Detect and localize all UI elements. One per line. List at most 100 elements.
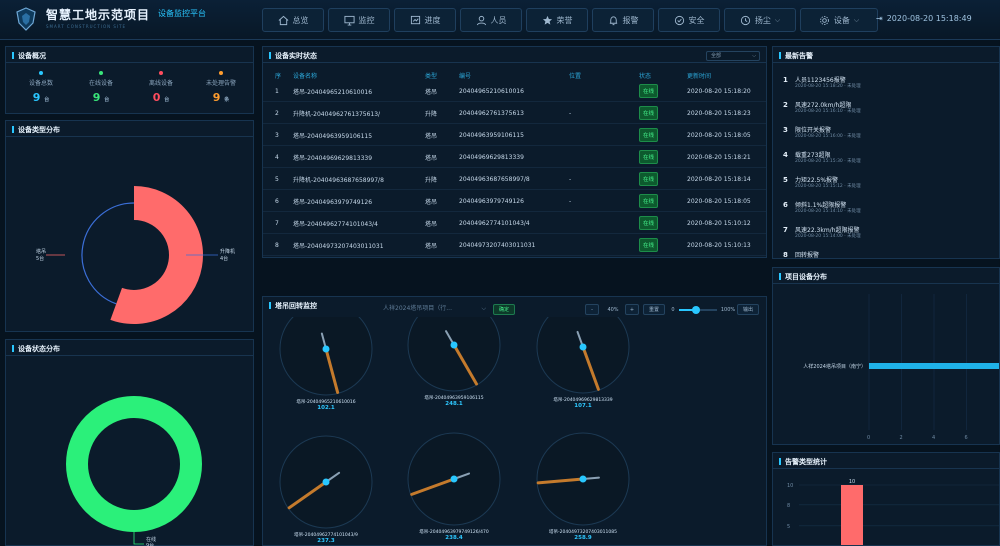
table-row[interactable]: 5 升降机-20404963687658997/8 升降 20404963687658… xyxy=(263,169,766,190)
list-item[interactable]: 2 风速272.0km/h超限 2020-08-20 15:16:10 · 未处… xyxy=(783,100,943,120)
crane-pivot xyxy=(322,478,330,486)
crane-pivot xyxy=(579,343,587,351)
label-line xyxy=(133,532,144,545)
bar[interactable] xyxy=(869,363,999,369)
project-select[interactable]: 人祥2024塔吊项目（行... ⌵ xyxy=(379,304,489,315)
tick-label: 6 xyxy=(965,435,968,441)
app-subtitle: 设备监控平台 xyxy=(158,9,206,18)
table-cell-name: 塔吊-20404963959106115 xyxy=(293,132,373,140)
list-meta: 2020-08-20 15:16:10 · 未处理 xyxy=(795,109,861,114)
range-slider[interactable] xyxy=(679,306,717,314)
tick-label: 0 xyxy=(867,435,870,441)
tick-label: 2 xyxy=(900,435,903,441)
status-badge: 在线 xyxy=(639,238,659,252)
table-row[interactable]: 7 塔吊-20404962774101043/4 塔吊 204049627741010… xyxy=(263,213,766,234)
table-row[interactable]: 4 塔吊-20404969629813339 塔吊 20404969629813339… xyxy=(263,147,766,168)
status-filter-value: 全部 xyxy=(711,53,722,59)
output-button[interactable]: 输出 xyxy=(737,304,759,315)
table-header-row: 序 设备名称 类型 编号 位置 状态 更新时间 xyxy=(263,69,766,81)
reset-button[interactable]: 重置 xyxy=(643,304,665,315)
realtime-title: 设备实时状态 xyxy=(269,51,317,61)
chevron-down-icon: ⌵ xyxy=(774,15,781,24)
list-item[interactable]: 1 人员1123456报警 2020-08-20 15:18:20 · 未处理 xyxy=(783,75,943,95)
zoom-out-button[interactable]: - xyxy=(585,304,599,315)
nav-home-label: 总览 xyxy=(292,15,309,25)
nav-device[interactable]: 设备 ⌵ xyxy=(800,8,878,32)
divider xyxy=(773,62,999,63)
gauge-value: 102.1 xyxy=(317,405,335,411)
pie-slice[interactable] xyxy=(81,202,135,305)
gauge-dial xyxy=(536,317,630,394)
table-row[interactable]: 3 塔吊-20404963959106115 塔吊 20404963959106115… xyxy=(263,125,766,146)
nav-progress-label: 进度 xyxy=(424,15,441,25)
list-index: 8 xyxy=(783,251,788,259)
nav-home[interactable]: 总览 xyxy=(262,8,324,32)
table-cell-no: 7 xyxy=(275,219,279,227)
table-cell-time: 2020-08-20 15:18:14 xyxy=(687,175,751,183)
table-cell-code: 20404962774101043/4 xyxy=(459,219,530,227)
crane-pivot xyxy=(322,345,330,353)
progress-icon xyxy=(410,15,420,24)
list-meta: 2020-08-20 15:15:30 · 未处理 xyxy=(795,159,861,164)
list-meta: 2020-08-20 15:14:10 · 未处理 xyxy=(795,209,861,214)
table-cell-no: 5 xyxy=(275,175,279,183)
stat-unit: 条 xyxy=(224,97,230,103)
slider-thumb[interactable] xyxy=(692,306,701,314)
table-cell-no: 3 xyxy=(275,131,279,139)
status-badge: 在线 xyxy=(639,84,659,98)
overview-title: 设备概况 xyxy=(12,51,46,61)
latest-alarms-panel: 最新告警 1 人员1123456报警 2020-08-20 15:18:20 ·… xyxy=(772,46,1000,259)
nav-progress[interactable]: 进度 xyxy=(394,8,456,32)
nav-dust[interactable]: 扬尘 ⌵ xyxy=(724,8,796,32)
list-index: 7 xyxy=(783,226,788,234)
list-index: 3 xyxy=(783,126,788,134)
table-cell-code: 20404969629813339 xyxy=(459,153,524,161)
nav-safety-label: 安全 xyxy=(688,15,705,25)
table-row[interactable]: 2 升降机-20404962761375613/升降 204049627613756… xyxy=(263,103,766,124)
nav-alarm-label: 报警 xyxy=(622,15,639,25)
table-cell-name: 塔吊-20404973207403011031 xyxy=(293,242,384,250)
table-cell-type: 塔吊 xyxy=(425,88,438,96)
table-cell-type: 塔吊 xyxy=(425,132,438,140)
status-filter-select[interactable]: 全部 ⌵ xyxy=(706,51,760,61)
list-item[interactable]: 7 风速22.3km/h超限报警 2020-08-20 15:14:00 · 未… xyxy=(783,225,943,245)
list-meta: 2020-08-20 15:15:12 · 未处理 xyxy=(795,184,861,189)
list-item[interactable]: 4 载重273超限 2020-08-20 15:15:30 · 未处理 xyxy=(783,150,943,170)
logout-arrow-icon[interactable]: ⇥ xyxy=(876,14,883,23)
table-cell-time: 2020-08-20 15:18:20 xyxy=(687,87,751,95)
tick-label: 8 xyxy=(787,503,790,509)
user-icon xyxy=(476,15,486,25)
table-row[interactable]: 6 塔吊-20404963979749126 塔吊 20404963979749126… xyxy=(263,191,766,212)
stat-number: 9 xyxy=(32,91,41,104)
table-row[interactable]: 8 塔吊-20404973207403011031 塔吊 20404973207403… xyxy=(263,235,766,256)
nav-alarm[interactable]: 报警 xyxy=(592,8,654,32)
stat-number: 0 xyxy=(152,91,161,104)
stat-dot xyxy=(39,71,43,75)
status-cell: 在线 xyxy=(639,81,659,101)
pie-slice[interactable] xyxy=(110,186,203,324)
nav-personnel[interactable]: 人员 xyxy=(460,8,522,32)
nav-honor[interactable]: 荣誉 xyxy=(526,8,588,32)
nav-monitor[interactable]: 监控 xyxy=(328,8,390,32)
list-item[interactable]: 5 力矩22.5%报警 2020-08-20 15:15:12 · 未处理 xyxy=(783,175,943,195)
nav-personnel-label: 人员 xyxy=(490,15,507,25)
status-badge: 在线 xyxy=(639,128,659,142)
alarm-chart-title: 告警类型统计 xyxy=(779,457,827,467)
pie-slice[interactable] xyxy=(66,396,202,532)
table-cell-name: 塔吊-20404963979749126 xyxy=(293,198,373,206)
nav-safety[interactable]: 安全 xyxy=(658,8,720,32)
monitor-icon xyxy=(343,15,355,26)
list-item[interactable]: 3 限位开关报警 2020-08-20 15:16:00 · 未处理 xyxy=(783,125,943,145)
stat-dot xyxy=(219,71,223,75)
zoom-level: 40% xyxy=(607,306,619,313)
gauge-value: 237.3 xyxy=(317,538,335,544)
status-badge: 在线 xyxy=(639,150,659,164)
status-cell: 在线 xyxy=(639,103,659,123)
list-item[interactable]: 6 倾斜1.1%超限报警 2020-08-20 15:14:10 · 未处理 xyxy=(783,200,943,220)
table-cell-time: 2020-08-20 15:18:05 xyxy=(687,197,751,205)
table-row[interactable]: 1 塔吊-20404965210610016 塔吊 20404965210610016… xyxy=(263,81,766,102)
bar[interactable] xyxy=(841,485,863,545)
confirm-button[interactable]: 确定 xyxy=(493,304,515,315)
zoom-in-button[interactable]: + xyxy=(625,304,639,315)
status-cell: 在线 xyxy=(639,147,659,167)
